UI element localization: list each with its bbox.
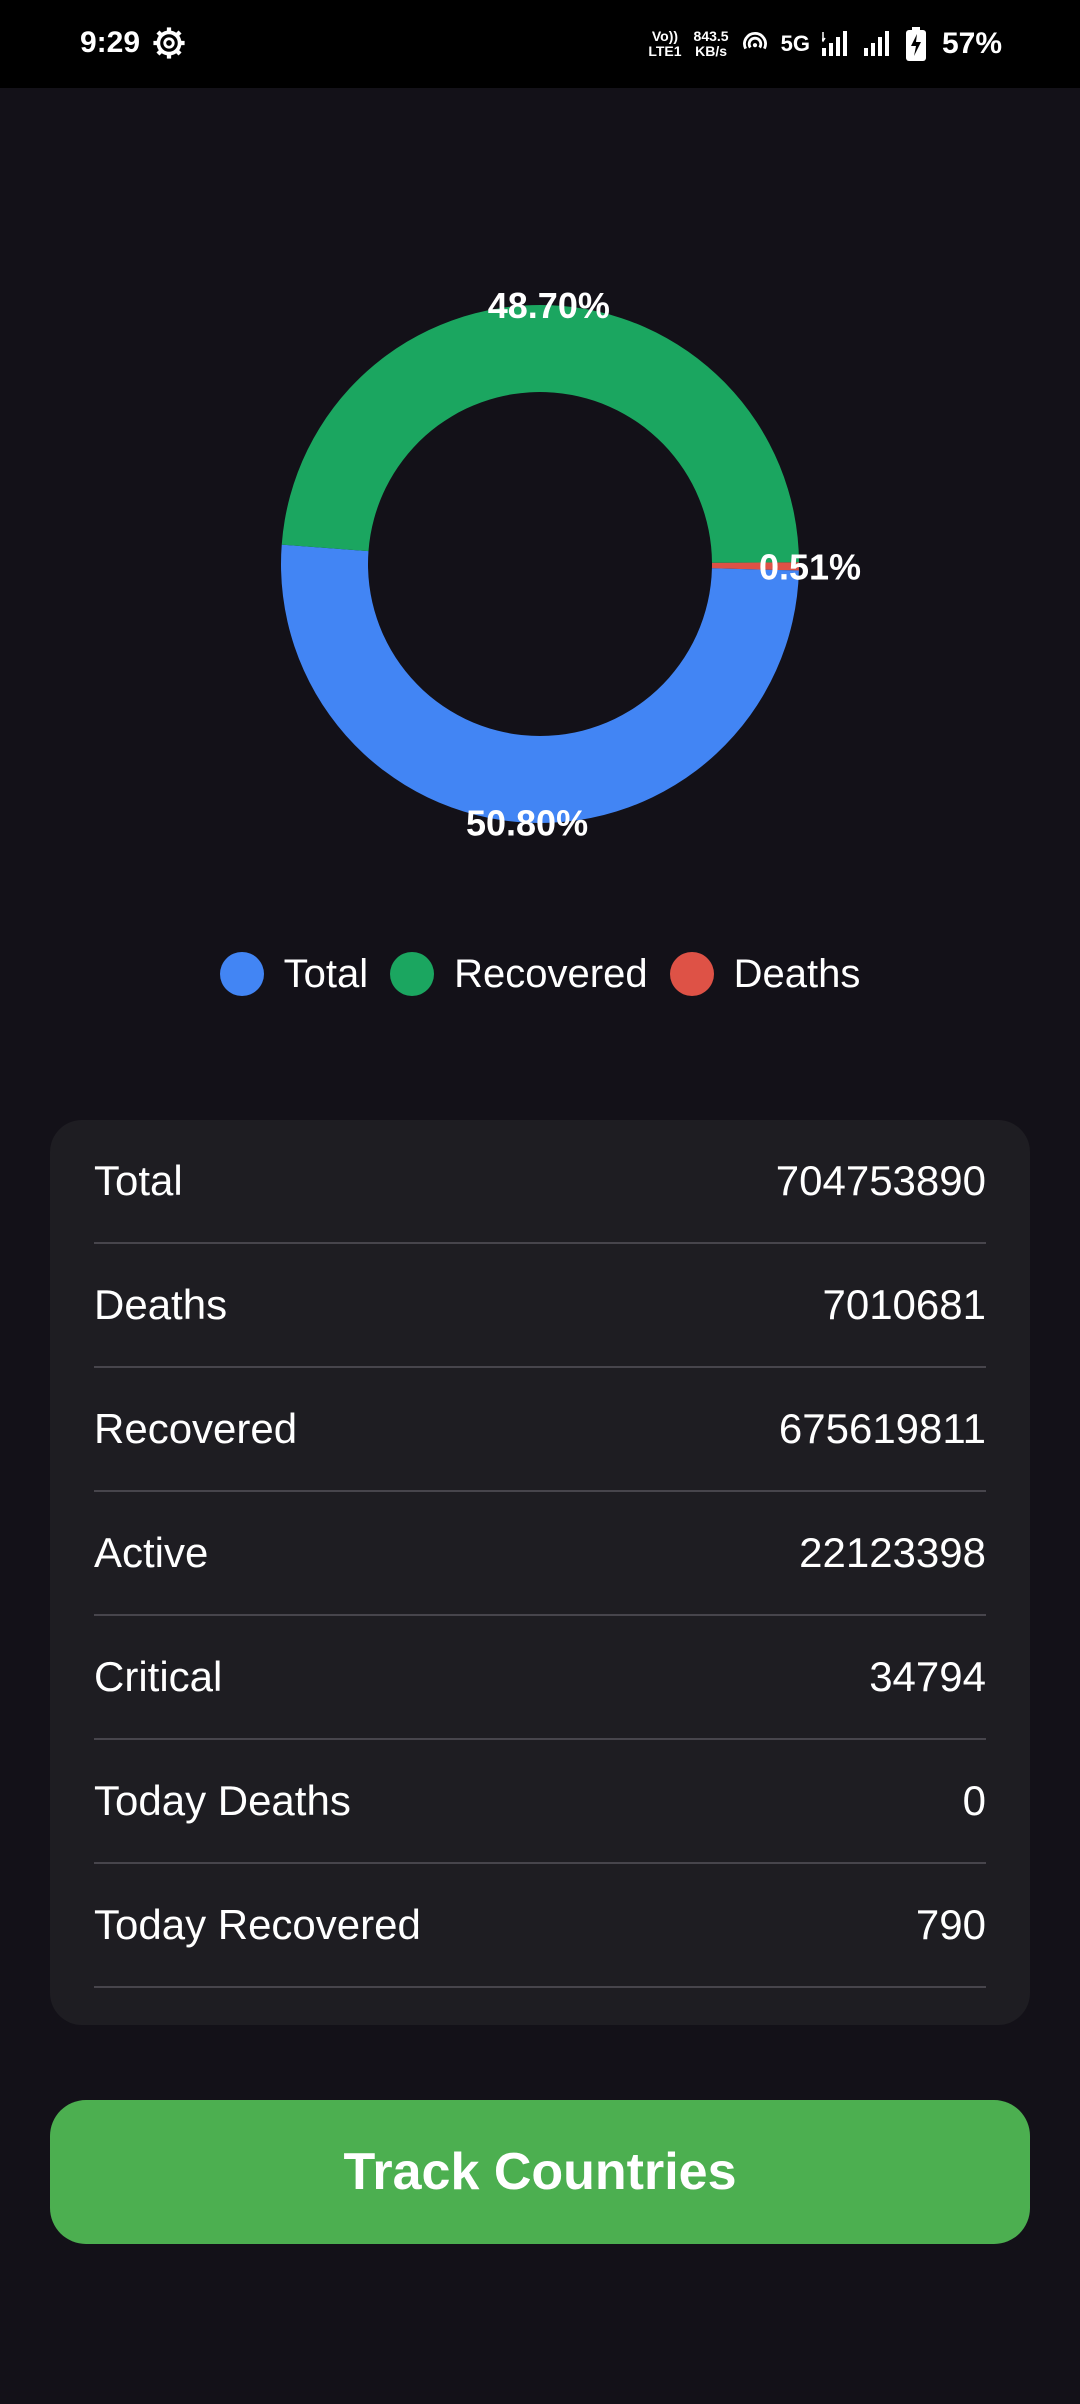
pie-label-total: 50.80% [466, 803, 588, 844]
pie-slice-recovered [281, 304, 799, 563]
stat-value: 704753890 [775, 1157, 986, 1204]
legend-item-recovered: Recovered [390, 951, 648, 997]
stat-row: Today Deaths 0 [94, 1740, 986, 1864]
speed-value: 843.5 [693, 28, 729, 44]
stat-label: Today Recovered [94, 1901, 421, 1948]
battery-charging-icon [905, 27, 926, 61]
track-countries-button[interactable]: Track Countries [50, 2100, 1030, 2244]
legend-label: Recovered [454, 951, 648, 996]
pie-label-recovered: 48.70% [488, 285, 610, 326]
pie-chart: 50.80% 48.70% 0.51% [0, 88, 1080, 1048]
speed-unit: KB/s [695, 43, 728, 59]
stat-row: Active 22123398 [94, 1492, 986, 1616]
stat-value: 7010681 [822, 1281, 986, 1328]
stat-value: 0 [962, 1777, 986, 1824]
stat-label: Deaths [94, 1281, 228, 1328]
stat-label: Critical [94, 1653, 223, 1700]
stat-label: Recovered [94, 1405, 298, 1452]
legend-swatch [390, 952, 435, 996]
stat-label: Today Deaths [94, 1777, 351, 1824]
volte-line2: LTE1 [648, 43, 682, 59]
status-bar: 9:29 Vo)) LTE1 843.5 KB/s 5G 57% [0, 0, 1080, 88]
legend-item-deaths: Deaths [669, 951, 861, 997]
volte-indicator: Vo)) LTE1 [648, 29, 681, 59]
volte-line1: Vo)) [651, 28, 679, 44]
legend-swatch [219, 952, 264, 996]
status-time: 9:29 [80, 26, 141, 59]
pie-label-deaths: 0.51% [759, 546, 861, 587]
chart-legend: Total Recovered Deaths [0, 948, 1080, 1000]
signal-icon [821, 31, 847, 56]
signal-icon [863, 31, 889, 56]
battery-percent: 57% [941, 27, 1002, 60]
stat-row: Total 704753890 [94, 1120, 986, 1244]
stat-row: Today Recovered 790 [94, 1864, 986, 1988]
hotspot-icon [742, 31, 767, 50]
stat-value: 22123398 [799, 1529, 986, 1576]
stat-value: 790 [915, 1901, 986, 1948]
settings-icon [153, 27, 185, 59]
network-speed: 843.5 KB/s [694, 29, 729, 59]
legend-swatch [669, 952, 714, 996]
stat-row: Deaths 7010681 [94, 1244, 986, 1368]
status-icons: Vo)) LTE1 843.5 KB/s 5G 57% [648, 22, 1002, 66]
stat-row: Recovered 675619811 [94, 1368, 986, 1492]
network-type: 5G [780, 31, 810, 56]
stat-value: 34794 [869, 1653, 986, 1700]
stat-label: Active [94, 1529, 209, 1576]
stat-row: Critical 34794 [94, 1616, 986, 1740]
legend-label: Deaths [733, 951, 861, 996]
pie-slice-total [281, 544, 799, 823]
stats-card: Total 704753890 Deaths 7010681 Recovered 6756… [50, 1120, 1030, 2025]
donut-chart: 50.80% 48.70% 0.51% [281, 285, 861, 844]
stat-value: 675619811 [778, 1405, 986, 1452]
legend-label: Total [283, 951, 369, 996]
stat-label: Total [94, 1157, 183, 1204]
legend-item-total: Total [219, 951, 369, 997]
